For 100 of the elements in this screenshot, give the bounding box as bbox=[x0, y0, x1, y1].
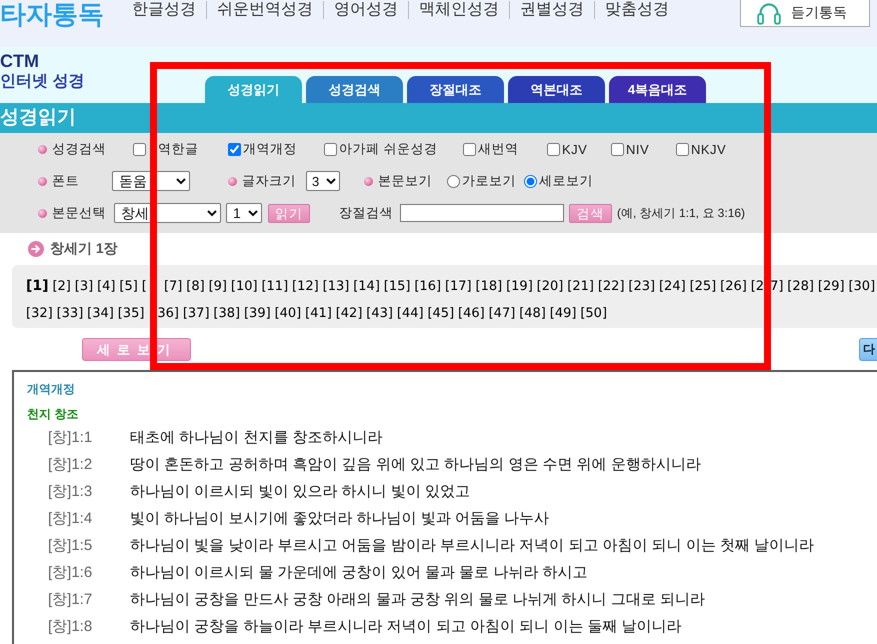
checkbox-label[interactable]: 역한글 bbox=[158, 140, 198, 158]
verse-text: 땅이 혼돈하고 공허하며 흑암이 깊음 위에 있고 하나님의 영은 수면 위에 운행하시니라 bbox=[130, 455, 701, 474]
checkbox-label[interactable]: NKJV bbox=[691, 142, 726, 156]
chapter-link[interactable]: [ bbox=[142, 273, 147, 300]
radio-button[interactable] bbox=[447, 174, 460, 188]
chapter-link[interactable]: [24] bbox=[658, 273, 686, 300]
chapter-link[interactable]: [47] bbox=[488, 300, 516, 327]
chapter-link[interactable]: [15] bbox=[384, 273, 410, 300]
chapter-link[interactable]: [32] bbox=[26, 300, 53, 327]
chapter-select[interactable]: 1 bbox=[226, 203, 262, 223]
verse-text: 하나님이 궁창을 하늘이라 부르시니라 저녁이 되고 아침이 되니 이는 둘째 날이니라 bbox=[130, 617, 682, 636]
chapter-link[interactable]: [7] bbox=[164, 273, 182, 300]
tab[interactable]: 역본대조 bbox=[508, 76, 605, 103]
chapter-link[interactable]: [39] bbox=[244, 300, 271, 327]
nav-link[interactable]: 권별성경 bbox=[509, 1, 594, 19]
chapter-link[interactable]: [41] bbox=[305, 300, 332, 327]
checkbox[interactable] bbox=[228, 142, 241, 156]
chapter-link[interactable]: [2] bbox=[52, 273, 71, 300]
chapter-link[interactable]: [14] bbox=[353, 273, 380, 300]
nav-link[interactable]: 한글성경 bbox=[132, 1, 206, 19]
chapter-link[interactable]: [13] bbox=[322, 273, 350, 300]
chapter-link[interactable]: [25] bbox=[690, 273, 716, 300]
chapter-link[interactable]: [50] bbox=[580, 300, 608, 327]
chapter-link[interactable]: [23] bbox=[628, 273, 656, 300]
radio-label[interactable]: 가로보기 bbox=[462, 172, 516, 190]
chapter-link[interactable]: [22] bbox=[598, 273, 625, 300]
chapter-link[interactable]: 36] bbox=[157, 300, 179, 327]
chapter-link[interactable]: [44] bbox=[396, 300, 424, 327]
chapter-link[interactable]: [48] bbox=[519, 300, 546, 327]
checkbox[interactable] bbox=[547, 142, 560, 156]
radio-button[interactable] bbox=[524, 174, 537, 188]
chapter-link[interactable]: [43] bbox=[366, 300, 393, 327]
verse-text: 하나님이 이르시되 물 가운데에 궁창이 있어 물과 물로 나뉘라 하시고 bbox=[130, 563, 588, 582]
chapter-link[interactable]: [11] bbox=[261, 273, 288, 300]
chapter-link[interactable]: [18] bbox=[476, 273, 502, 300]
chapter-link[interactable]: [5] bbox=[119, 273, 138, 300]
checkbox-label[interactable]: NIV bbox=[626, 142, 650, 156]
tab[interactable]: 장절대조 bbox=[407, 76, 504, 103]
chapter-link[interactable]: [28] bbox=[787, 273, 814, 300]
chapter-link[interactable]: [19] bbox=[506, 273, 533, 300]
search-hint: (예, 창세기 1:1, 요 3:16) bbox=[617, 204, 746, 222]
chapter-link[interactable]: [34] bbox=[87, 300, 114, 327]
verse-reference: [창]1:8 bbox=[47, 617, 94, 636]
brand-subtitle: 인터넷 성경 bbox=[0, 72, 84, 92]
brand-name: CTM bbox=[0, 51, 39, 71]
bullet-icon bbox=[38, 176, 47, 186]
chapter-link[interactable]: 7] bbox=[770, 273, 784, 300]
chapter-link[interactable]: [9] bbox=[208, 273, 227, 300]
chapter-link[interactable]: [37] bbox=[182, 300, 210, 327]
chapter-link[interactable]: [16] bbox=[414, 273, 442, 300]
chapter-link[interactable]: [2 bbox=[750, 273, 764, 300]
chapter-link[interactable]: [38] bbox=[213, 300, 240, 327]
nav-link[interactable]: 영어성경 bbox=[323, 1, 408, 19]
radio-label[interactable]: 세로보기 bbox=[539, 172, 593, 190]
audio-button[interactable]: 듣기통독 bbox=[740, 0, 870, 27]
chapter-link[interactable]: [45] bbox=[427, 300, 454, 327]
chapter-link[interactable]: [21] bbox=[567, 273, 594, 300]
verse-text: 하나님이 이르시되 빛이 있으라 하시니 빛이 있었고 bbox=[130, 482, 470, 501]
chapter-link[interactable]: [46] bbox=[458, 300, 485, 327]
chapter-link[interactable]: [4] bbox=[97, 273, 116, 300]
nav-link[interactable]: 쉬운번역성경 bbox=[206, 1, 323, 19]
bullet-icon bbox=[228, 176, 237, 186]
chapter-link[interactable]: [40] bbox=[274, 300, 302, 327]
chapter-link[interactable]: [29] bbox=[818, 273, 845, 300]
verse-reference: [창]1:6 bbox=[47, 563, 94, 582]
chapter-link[interactable]: [42] bbox=[336, 300, 362, 327]
tab[interactable]: 4복음대조 bbox=[609, 76, 706, 103]
option-label: 폰트 bbox=[52, 172, 79, 190]
nav-link[interactable]: 맥체인성경 bbox=[408, 1, 509, 19]
checkbox-label[interactable]: 새번역 bbox=[478, 140, 518, 158]
next-button[interactable]: 다 bbox=[859, 338, 877, 361]
chapter-link[interactable]: [35] bbox=[118, 300, 144, 327]
font-size-select[interactable]: 3 bbox=[306, 171, 340, 191]
tab[interactable]: 성경검색 bbox=[306, 76, 403, 103]
chapter-link[interactable]: [30] bbox=[848, 273, 876, 300]
chapter-link[interactable]: [12] bbox=[292, 273, 319, 300]
checkbox[interactable] bbox=[463, 142, 476, 156]
chapter-link[interactable]: [49] bbox=[550, 300, 576, 327]
headphones-icon bbox=[757, 2, 781, 24]
font-select[interactable]: 돋움 bbox=[112, 171, 190, 191]
chapter-link[interactable]: [8] bbox=[186, 273, 205, 300]
book-select[interactable]: 창세 bbox=[114, 203, 221, 223]
checkbox[interactable] bbox=[324, 142, 337, 156]
checkbox-label[interactable]: 개역개정 bbox=[243, 140, 297, 158]
chapter-link[interactable]: [10] bbox=[230, 273, 258, 300]
chapter-link[interactable]: [33] bbox=[56, 300, 84, 327]
chapter-link[interactable]: [17] bbox=[444, 273, 472, 300]
verse-text: 하나님이 궁창을 만드사 궁창 아래의 물과 궁창 위의 물로 나뉘게 하시니 그대로 되니라 bbox=[130, 590, 706, 609]
nav-link[interactable]: 맞춤성경 bbox=[594, 1, 679, 19]
checkbox[interactable] bbox=[676, 142, 689, 156]
checkbox-label[interactable]: KJV bbox=[562, 142, 588, 156]
chapter-link[interactable]: [1] bbox=[26, 273, 49, 300]
checkbox[interactable] bbox=[611, 142, 624, 156]
checkbox-label[interactable]: 아가페 쉬운성경 bbox=[339, 140, 438, 158]
chapter-link[interactable]: [3] bbox=[74, 273, 94, 300]
chapter-link[interactable]: [26] bbox=[720, 273, 747, 300]
bullet-icon bbox=[364, 176, 373, 186]
checkbox[interactable] bbox=[133, 142, 146, 156]
chapter-link[interactable]: [20] bbox=[536, 273, 564, 300]
verse-search-field[interactable] bbox=[400, 204, 564, 222]
